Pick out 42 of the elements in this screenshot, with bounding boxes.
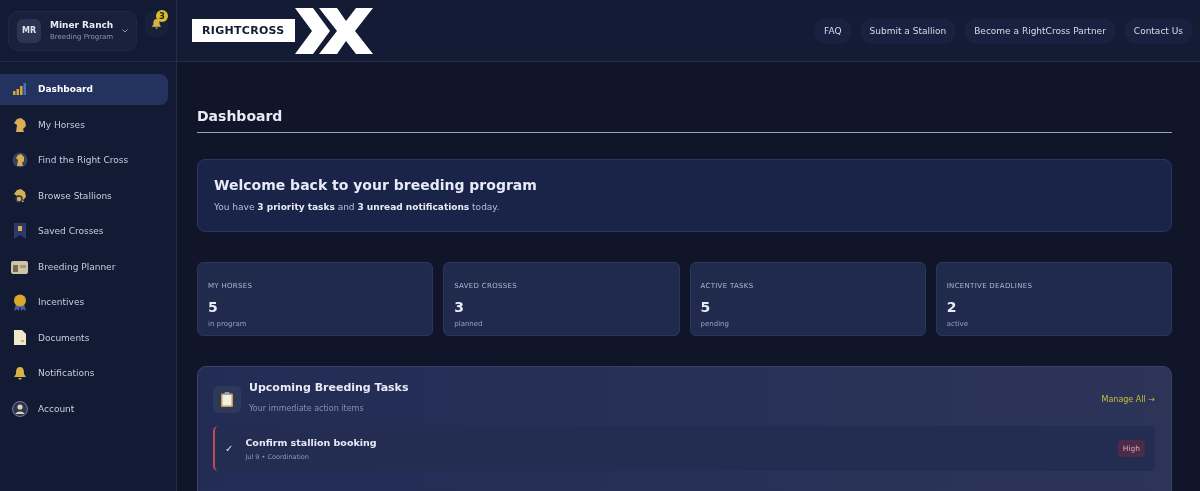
- task-title: Confirm stallion booking: [245, 436, 377, 448]
- double-chevron-logo-icon: [294, 7, 373, 54]
- ribbon-bookmark-icon: [13, 223, 26, 240]
- welcome-heading: Welcome back to your breeding program: [214, 177, 538, 193]
- sidebar-item[interactable]: My Horses: [0, 109, 168, 140]
- nav-link[interactable]: Submit a Stallion: [859, 17, 957, 44]
- user-icon: [11, 400, 28, 417]
- clipboard-icon: [213, 386, 241, 413]
- stat-value: 5: [700, 299, 712, 315]
- bell-icon: [151, 17, 163, 30]
- sidebar-item[interactable]: Browse Stallions: [0, 180, 168, 211]
- notifications-button[interactable]: 3: [145, 10, 168, 37]
- stat-value: 5: [208, 299, 219, 315]
- sidebar-item[interactable]: Saved Crosses: [0, 216, 168, 247]
- document-icon: [13, 330, 26, 346]
- sidebar-item[interactable]: Notifications: [0, 358, 168, 389]
- panel-subtitle: Your immediate action items: [249, 404, 365, 413]
- chevron-down-icon: [122, 28, 129, 33]
- avatar-initials: MR: [17, 18, 41, 43]
- bar-chart-icon: [12, 83, 27, 96]
- welcome-text: You have 3 priority tasks and 3 unread notifications today.: [214, 202, 500, 212]
- sidebar-item[interactable]: Find the Right Cross: [0, 145, 168, 176]
- account-name: Miner Ranch: [50, 20, 114, 30]
- nav-link[interactable]: FAQ: [814, 17, 852, 44]
- page-title: Dashboard: [197, 62, 1172, 133]
- nav-link[interactable]: Become a RightCross Partner: [964, 17, 1116, 44]
- stat-value: 3: [454, 299, 465, 315]
- calendar-board-icon: [11, 259, 28, 274]
- sidebar-item[interactable]: Account: [0, 393, 168, 424]
- sidebar-item[interactable]: Dashboard: [0, 74, 168, 105]
- checkmark[interactable]: ✓: [225, 443, 234, 454]
- stat-value: 2: [946, 299, 958, 315]
- manage-all-link[interactable]: Manage All →: [1101, 395, 1155, 404]
- logo-wordmark[interactable]: RIGHTCROSS: [192, 19, 295, 42]
- bell-icon: [12, 365, 27, 381]
- medal-icon: [12, 293, 27, 311]
- nav-link[interactable]: Contact Us: [1123, 17, 1193, 44]
- sidebar-item[interactable]: Incentives: [0, 287, 168, 318]
- sidebar-item[interactable]: Breeding Planner: [0, 251, 168, 282]
- panel-title: Upcoming Breeding Tasks: [249, 381, 409, 394]
- sidebar-item[interactable]: Documents: [0, 322, 168, 353]
- notification-count: 3: [156, 9, 168, 22]
